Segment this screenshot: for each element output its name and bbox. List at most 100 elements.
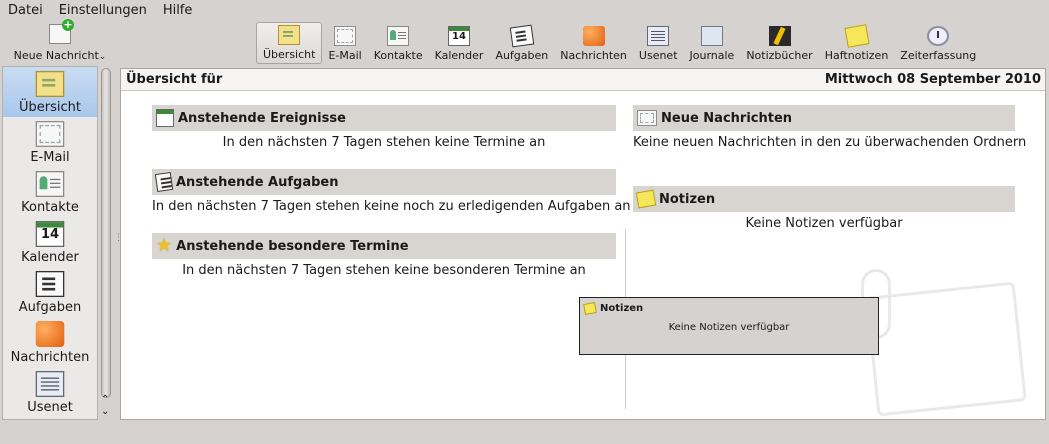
tab-journal[interactable]: Journale — [684, 22, 741, 64]
watermark-decoration — [851, 269, 1045, 419]
tab-label: Zeiterfassung — [900, 49, 977, 62]
tab-label: Aufgaben — [495, 49, 549, 62]
feeds-icon — [582, 26, 605, 46]
contacts-icon — [387, 26, 410, 46]
sidebar-scrollbar[interactable]: ⌃ ⌄ — [99, 66, 113, 420]
usenet-icon — [35, 371, 65, 397]
notebooks-icon — [768, 26, 791, 46]
tasks-icon — [509, 24, 535, 48]
tooltip-title: Notizen — [583, 302, 644, 315]
tab-label: Journale — [689, 49, 735, 62]
usenet-icon — [647, 26, 670, 46]
tooltip-body: Keine Notizen verfügbar — [668, 322, 790, 333]
star-icon: ★ — [156, 235, 173, 256]
section-title: Neue Nachrichten — [661, 110, 793, 126]
sticky-notes-icon — [583, 302, 597, 315]
mail-icon — [637, 110, 657, 126]
section-notes: Notizen — [633, 186, 1015, 212]
menu-hilfe[interactable]: Hilfe — [163, 3, 193, 18]
sticky-notes-icon — [843, 24, 870, 48]
tab-label: Usenet — [638, 49, 678, 62]
sidebar-item-mail[interactable]: E-Mail — [3, 117, 97, 167]
sidebar: Übersicht E-Mail Kontakte 14 Kalender Auf… — [2, 66, 98, 420]
tab-usenet[interactable]: Usenet — [633, 22, 684, 64]
sidebar-item-tasks[interactable]: Aufgaben — [3, 267, 97, 317]
section-title: Anstehende Aufgaben — [176, 174, 339, 190]
summary-icon — [35, 71, 65, 97]
tab-feeds[interactable]: Nachrichten — [554, 22, 633, 64]
new-message-label: Neue Nachricht — [13, 49, 99, 62]
section-new-messages: Neue Nachrichten — [633, 105, 1015, 131]
menu-datei[interactable]: Datei — [8, 3, 43, 18]
sidebar-item-label: Kontakte — [21, 200, 79, 215]
contacts-icon — [35, 171, 65, 197]
menu-einstellungen[interactable]: Einstellungen — [59, 3, 147, 18]
scroll-down-icon[interactable]: ⌄ — [101, 406, 109, 417]
component-toolbar: Übersicht E-Mail Kontakte 14 Kalender Auf… — [256, 22, 982, 64]
sidebar-item-label: Nachrichten — [10, 350, 90, 365]
sidebar-item-label: E-Mail — [30, 150, 70, 165]
sidebar-item-feeds[interactable]: Nachrichten — [3, 317, 97, 367]
tab-summary[interactable]: Übersicht — [256, 22, 323, 64]
tab-label: Nachrichten — [560, 49, 627, 62]
time-tracker-icon — [927, 26, 950, 46]
tab-label: E-Mail — [328, 49, 362, 62]
tab-label: Haftnotizen — [824, 49, 889, 62]
sidebar-item-label: Aufgaben — [18, 300, 82, 315]
summary-view: Übersicht für Mittwoch 08 September 2010… — [120, 68, 1046, 420]
sidebar-item-label: Kalender — [21, 250, 79, 265]
notes-tooltip: Notizen Keine Notizen verfügbar — [579, 297, 879, 355]
section-special-dates: ★ Anstehende besondere Termine — [152, 233, 616, 259]
tasks-icon — [35, 271, 65, 297]
tab-calendar[interactable]: 14 Kalender — [429, 22, 490, 64]
calendar-icon: 14 — [35, 221, 65, 247]
sidebar-item-summary[interactable]: Übersicht — [3, 67, 97, 117]
tab-mail[interactable]: E-Mail — [322, 22, 367, 64]
scroll-up-icon[interactable]: ⌃ — [101, 394, 109, 405]
tasks-icon — [154, 171, 174, 193]
tab-sticky-notes[interactable]: Haftnotizen — [819, 22, 895, 64]
sidebar-item-usenet[interactable]: Usenet — [3, 367, 97, 417]
section-title: Notizen — [659, 191, 716, 207]
summary-icon — [278, 25, 301, 45]
dropdown-arrow-icon[interactable]: ⌄ — [99, 52, 107, 62]
summary-header: Übersicht für Mittwoch 08 September 2010 — [121, 69, 1045, 91]
sticky-notes-icon — [635, 189, 657, 209]
section-body: Keine Notizen verfügbar — [745, 216, 903, 231]
tab-label: Kontakte — [373, 49, 423, 62]
new-message-button[interactable]: Neue Nachricht⌄ — [8, 19, 112, 62]
section-title: Anstehende besondere Termine — [176, 238, 409, 254]
section-body: In den nächsten 7 Tagen stehen keine Ter… — [222, 135, 546, 150]
section-title: Anstehende Ereignisse — [178, 110, 346, 126]
sidebar-item-label: Usenet — [27, 400, 73, 415]
tab-notebooks[interactable]: Notizbücher — [740, 22, 818, 64]
tab-tasks[interactable]: Aufgaben — [489, 22, 554, 64]
sidebar-item-contacts[interactable]: Kontakte — [3, 167, 97, 217]
section-upcoming-events: Anstehende Ereignisse — [152, 105, 616, 131]
tab-label: Kalender — [434, 49, 484, 62]
section-body: Keine neuen Nachrichten in den zu überwa… — [633, 135, 1027, 150]
mail-icon — [334, 26, 357, 46]
section-body: In den nächsten 7 Tagen stehen keine bes… — [182, 263, 586, 278]
calendar-icon — [156, 109, 174, 127]
summary-title: Übersicht für — [126, 72, 223, 87]
tab-contacts[interactable]: Kontakte — [368, 22, 429, 64]
tooltip-title-text: Notizen — [600, 303, 644, 314]
feeds-icon — [35, 321, 65, 347]
tab-time-tracker[interactable]: Zeiterfassung — [894, 22, 982, 64]
section-body: In den nächsten 7 Tagen stehen keine noc… — [152, 199, 631, 214]
calendar-icon: 14 — [448, 26, 471, 46]
section-upcoming-todos: Anstehende Aufgaben — [152, 169, 616, 195]
menu-bar: Datei Einstellungen Hilfe — [0, 0, 1049, 20]
new-message-icon — [49, 19, 74, 44]
splitter-handle[interactable]: ⋮ — [114, 234, 123, 243]
tab-label: Notizbücher — [746, 49, 813, 62]
journal-icon — [700, 26, 723, 46]
sidebar-item-calendar[interactable]: 14 Kalender — [3, 217, 97, 267]
calendar-day: 14 — [452, 31, 466, 42]
sidebar-item-label: Übersicht — [19, 100, 81, 115]
tab-label: Übersicht — [263, 48, 316, 61]
calendar-day: 14 — [40, 227, 60, 242]
mail-icon — [35, 121, 65, 147]
scrollbar-thumb[interactable] — [101, 68, 111, 398]
